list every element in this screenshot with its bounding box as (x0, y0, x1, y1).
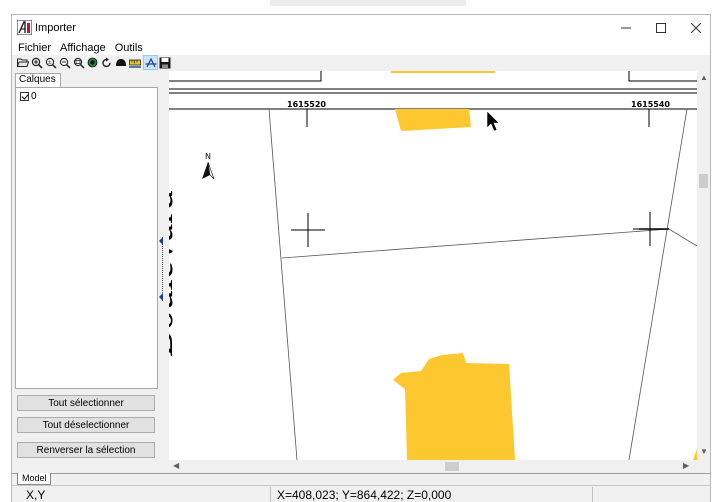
pan-button[interactable] (114, 56, 127, 69)
importer-window: Importer Fichier Affichage Outils ± Calq… (11, 14, 711, 502)
zoom-extents-button[interactable] (30, 56, 43, 69)
scroll-left-icon[interactable]: ◀ (173, 461, 179, 470)
measure-icon (128, 59, 141, 68)
select-cursor-icon (145, 57, 156, 67)
cad-drawing: 1615520 1615540 N Boulevard (169, 71, 697, 460)
deselect-all-button[interactable]: Tout déselectionner (17, 417, 155, 433)
layer-list[interactable]: 0 (15, 87, 158, 389)
scroll-thumb[interactable] (445, 462, 459, 471)
tick-label-1615520: 1615520 (287, 100, 326, 109)
coordinate-readout: X=408,023; Y=864,422; Z=0,000 (277, 488, 452, 502)
zoom-out-icon (59, 57, 71, 69)
menu-fichier[interactable]: Fichier (18, 41, 51, 55)
layer-item[interactable]: 0 (20, 91, 37, 102)
svg-text:±: ± (47, 59, 51, 65)
scroll-right-icon[interactable]: ▶ (683, 461, 689, 470)
maximize-icon (656, 23, 666, 33)
street-name-label: Boulevard (169, 190, 181, 357)
menu-affichage[interactable]: Affichage (60, 41, 106, 55)
drawing-canvas[interactable]: 1615520 1615540 N Boulevard (169, 71, 697, 460)
save-icon (159, 57, 170, 68)
measure-button[interactable] (128, 56, 141, 69)
window-title: Importer (35, 22, 76, 34)
desktop-strip (0, 0, 722, 14)
zoom-realtime-button[interactable] (86, 56, 99, 69)
status-label: X,Y (26, 488, 46, 502)
open-folder-icon (16, 58, 29, 67)
status-divider (270, 487, 271, 502)
vertical-scrollbar[interactable]: ▲ ▼ (697, 71, 710, 460)
status-divider (592, 487, 593, 502)
tab-calques[interactable]: Calques (15, 73, 61, 87)
zoom-in-button[interactable]: ± (44, 56, 57, 69)
zoom-extents-icon (31, 57, 43, 69)
app-logo-icon (17, 20, 32, 35)
north-label: N (205, 152, 211, 161)
parcel-line (281, 228, 697, 259)
frame-box-right (628, 71, 697, 82)
regen-button[interactable] (100, 56, 113, 69)
save-button[interactable] (158, 56, 171, 69)
tick-label-1615540: 1615540 (631, 100, 670, 109)
horizontal-scrollbar[interactable]: ◀ ▶ (169, 460, 697, 473)
scroll-up-icon[interactable]: ▲ (700, 73, 708, 82)
panel-splitter[interactable] (162, 237, 167, 301)
grid-cross (291, 213, 325, 247)
select-button[interactable] (143, 55, 158, 70)
maximize-button[interactable] (643, 15, 679, 41)
regen-icon (101, 57, 111, 67)
menu-bar: Fichier Affichage Outils (12, 41, 710, 55)
layout-tab-bar: Model (12, 473, 710, 485)
select-all-button[interactable]: Tout sélectionner (17, 395, 155, 411)
parcel-line (268, 108, 298, 460)
close-button[interactable] (678, 15, 714, 41)
collapse-arrow-icon[interactable] (159, 293, 163, 301)
scroll-down-icon[interactable]: ▼ (700, 447, 708, 456)
frame-box-left (169, 71, 322, 82)
zoom-window-button[interactable] (72, 56, 85, 69)
building-bottom (393, 353, 515, 460)
grid-cross (633, 212, 667, 246)
zoom-out-button[interactable] (58, 56, 71, 69)
layer-checkbox[interactable] (20, 92, 29, 101)
zoom-in-icon: ± (45, 57, 57, 69)
parcel-line (628, 108, 688, 460)
mouse-cursor-icon (486, 110, 500, 132)
zoom-window-icon (73, 57, 85, 69)
zoom-realtime-icon (87, 57, 97, 67)
status-bar: X,Y X=408,023; Y=864,422; Z=0,000 (12, 485, 710, 502)
invert-selection-button[interactable]: Renverser la sélection (17, 442, 155, 458)
building-top (395, 109, 471, 131)
background-tab (270, 0, 466, 6)
collapse-arrow-icon[interactable] (159, 237, 163, 245)
pan-icon (115, 58, 126, 66)
minimize-icon (621, 27, 631, 29)
open-file-button[interactable] (16, 56, 29, 69)
tab-model[interactable]: Model (17, 473, 51, 485)
scroll-thumb[interactable] (699, 174, 708, 188)
menu-outils[interactable]: Outils (115, 41, 143, 55)
toolbar: ± (12, 55, 710, 71)
minimize-button[interactable] (608, 15, 644, 41)
layer-name: 0 (31, 91, 37, 102)
title-bar[interactable]: Importer (12, 15, 710, 41)
building-top-sliver (391, 71, 495, 73)
close-icon (691, 23, 701, 33)
